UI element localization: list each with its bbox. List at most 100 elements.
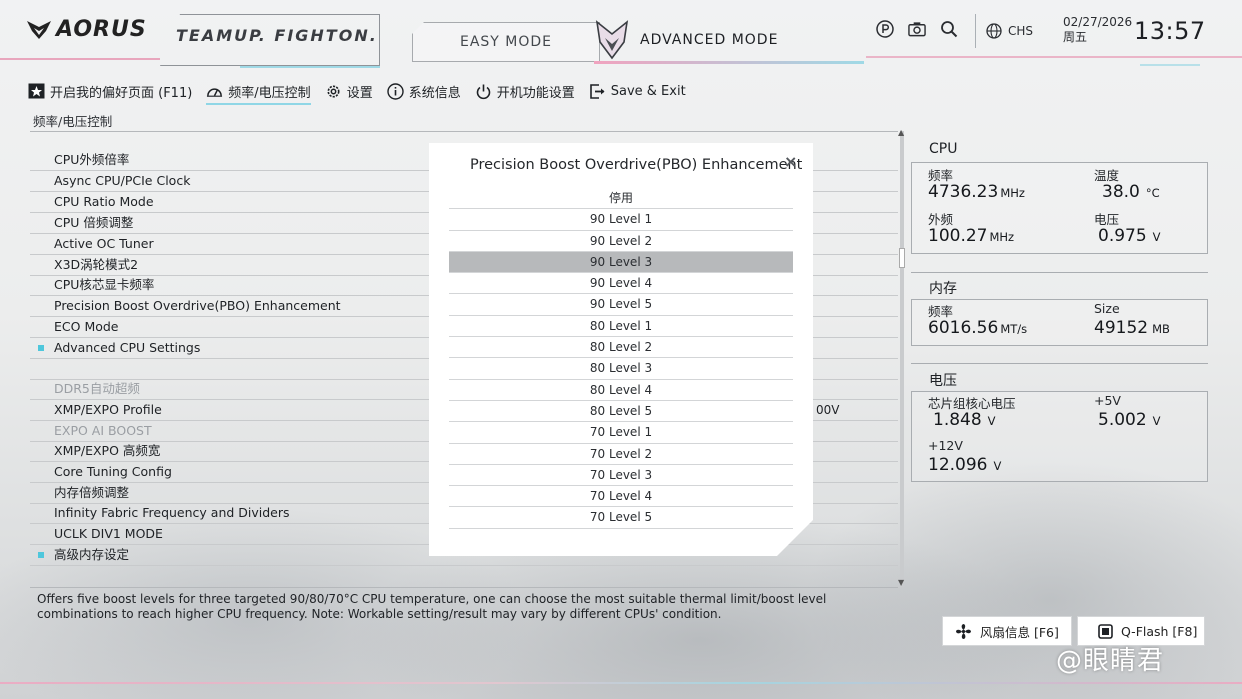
cpu-section-title: CPU: [929, 141, 958, 157]
easy-mode-label: EASY MODE: [459, 34, 553, 50]
section-divider: [911, 272, 1208, 273]
advanced-mode-tab[interactable]: ADVANCED MODE: [594, 18, 816, 62]
dialog-option[interactable]: 80 Level 2: [449, 337, 793, 358]
dialog-option[interactable]: 70 Level 5: [449, 507, 793, 528]
dialog-option[interactable]: 70 Level 4: [449, 486, 793, 507]
settings-row-label: Infinity Fabric Frequency and Dividers: [54, 505, 290, 520]
chipset-voltage-value: 1.848 V: [933, 410, 996, 430]
nav-save-exit-label: Save & Exit: [610, 83, 686, 99]
exit-icon: [589, 83, 606, 100]
dialog-option[interactable]: 90 Level 5: [449, 294, 793, 315]
dialog-option[interactable]: 80 Level 4: [449, 380, 793, 401]
advanced-mode-label: ADVANCED MODE: [640, 32, 779, 48]
easy-mode-tab[interactable]: EASY MODE: [412, 22, 600, 62]
settings-row-label: Active OC Tuner: [54, 236, 154, 251]
v12-label: +12V: [928, 438, 963, 453]
settings-row-label: 内存倍频调整: [54, 485, 130, 500]
dialog-option[interactable]: 70 Level 3: [449, 465, 793, 486]
aorus-eagle-icon: [27, 21, 51, 39]
dialog-option[interactable]: 70 Level 1: [449, 422, 793, 443]
gear-icon: [325, 83, 342, 100]
help-icon[interactable]: [876, 20, 894, 38]
camera-icon[interactable]: [908, 20, 926, 38]
dialog-option[interactable]: 80 Level 3: [449, 358, 793, 379]
dialog-option[interactable]: 80 Level 5: [449, 401, 793, 422]
pbo-option-dialog: Precision Boost Overdrive(PBO) Enhanceme…: [429, 143, 813, 556]
cpu-bclk-unit: MHz: [989, 230, 1015, 244]
header-bar: AORUS TEAMUP. FIGHTON. EASY MODE ADVANCE…: [0, 0, 1242, 75]
nav-favorites[interactable]: 开启我的偏好页面 (F11): [28, 80, 192, 102]
search-icon[interactable]: [940, 20, 958, 38]
memory-info-box: 频率 6016.56 MT/s Size 49152 MB: [911, 299, 1208, 346]
chip-icon: [1098, 623, 1113, 639]
settings-row-label: DDR5自动超频: [54, 381, 140, 396]
v5-number: 5.002: [1098, 410, 1147, 430]
chipset-voltage-unit: V: [987, 414, 996, 428]
team-text: TEAMUP. FIGHTON.: [176, 26, 378, 45]
header-accent-line: [1140, 64, 1200, 66]
cpu-freq-number: 4736.23: [928, 182, 999, 202]
dialog-option[interactable]: 90 Level 2: [449, 231, 793, 252]
v12-number: 12.096: [928, 455, 988, 475]
settings-row-label: X3D涡轮模式2: [54, 257, 139, 272]
bottom-accent-line: [0, 682, 1242, 684]
settings-scrollbar[interactable]: [900, 131, 904, 587]
clock: 13:57: [1134, 17, 1206, 45]
cpu-bclk-value: 100.27 MHz: [928, 226, 1014, 246]
power-icon: [475, 83, 492, 100]
cpu-temp-unit: °C: [1145, 186, 1160, 200]
dialog-option[interactable]: 70 Level 2: [449, 444, 793, 465]
dialog-option[interactable]: 停用: [449, 188, 793, 209]
breadcrumb: 频率/电压控制: [33, 114, 113, 129]
list-top-border: [30, 131, 898, 132]
cpu-info-box: 频率 4736.23 MHz 温度 38.0 °C 外频 100.27 MHz 电压 …: [911, 162, 1208, 254]
chipset-voltage-number: 1.848: [933, 410, 982, 430]
header-accent-line: [866, 56, 1242, 58]
settings-row-label: CPU外频倍率: [54, 152, 130, 167]
close-icon[interactable]: ×: [784, 152, 797, 171]
v5-unit: V: [1152, 414, 1161, 428]
help-text: Offers five boost levels for three targe…: [37, 592, 827, 621]
cpu-temp-number: 38.0: [1102, 182, 1140, 202]
nav-boot[interactable]: 开机功能设置: [475, 80, 575, 102]
weekday-text: 周五: [1063, 30, 1088, 44]
memory-size-number: 49152: [1094, 318, 1149, 338]
cpu-bclk-number: 100.27: [928, 226, 988, 246]
fan-info-button[interactable]: 风扇信息 [F6]: [942, 616, 1072, 646]
scroll-up-arrow[interactable]: ▲: [898, 128, 904, 137]
settings-row-label: ECO Mode: [54, 319, 119, 334]
settings-row-label: XMP/EXPO 高频宽: [54, 443, 161, 458]
dialog-option[interactable]: 90 Level 1: [449, 209, 793, 230]
settings-row-label: CPU 倍频调整: [54, 215, 134, 230]
dialog-option[interactable]: 90 Level 4: [449, 273, 793, 294]
date-display: 02/27/2026 周五: [1063, 15, 1132, 45]
dialog-option[interactable]: 80 Level 1: [449, 316, 793, 337]
header-accent-line: [240, 66, 380, 68]
gauge-icon: [206, 83, 223, 100]
settings-row-label: Precision Boost Overdrive(PBO) Enhanceme…: [54, 298, 341, 313]
fan-info-label: 风扇信息 [F6]: [980, 624, 1059, 640]
language-selector[interactable]: CHS: [975, 14, 1047, 48]
submenu-bullet-icon: [38, 345, 44, 351]
cpu-volt-unit: V: [1152, 230, 1161, 244]
nav-save-exit[interactable]: Save & Exit: [589, 80, 686, 102]
memory-size-unit: MB: [1152, 322, 1170, 336]
nav-system-info[interactable]: 系统信息: [387, 80, 461, 102]
main-nav: 开启我的偏好页面 (F11) 频率/电压控制 设置 系统信息 开机功能设置 Sa…: [28, 80, 700, 105]
language-label: CHS: [1008, 24, 1034, 38]
scroll-down-arrow[interactable]: ▼: [898, 578, 904, 587]
help-divider: [30, 587, 898, 588]
scrollbar-thumb[interactable]: [899, 248, 905, 268]
qflash-label: Q-Flash [F8]: [1121, 623, 1198, 639]
v5-value: 5.002 V: [1098, 410, 1161, 430]
cpu-freq-unit: MHz: [1000, 186, 1025, 200]
cpu-temp-value: 38.0 °C: [1102, 182, 1160, 202]
memory-freq-value: 6016.56 MT/s: [928, 318, 1027, 338]
nav-freq-voltage[interactable]: 频率/电压控制: [206, 80, 312, 105]
dialog-option-selected[interactable]: 90 Level 3: [449, 252, 793, 273]
fan-icon: [956, 623, 971, 639]
nav-settings[interactable]: 设置: [325, 80, 373, 102]
date-text: 02/27/2026: [1063, 15, 1133, 29]
advanced-mode-icon: [595, 20, 629, 60]
settings-row-label: EXPO AI BOOST: [54, 423, 152, 438]
